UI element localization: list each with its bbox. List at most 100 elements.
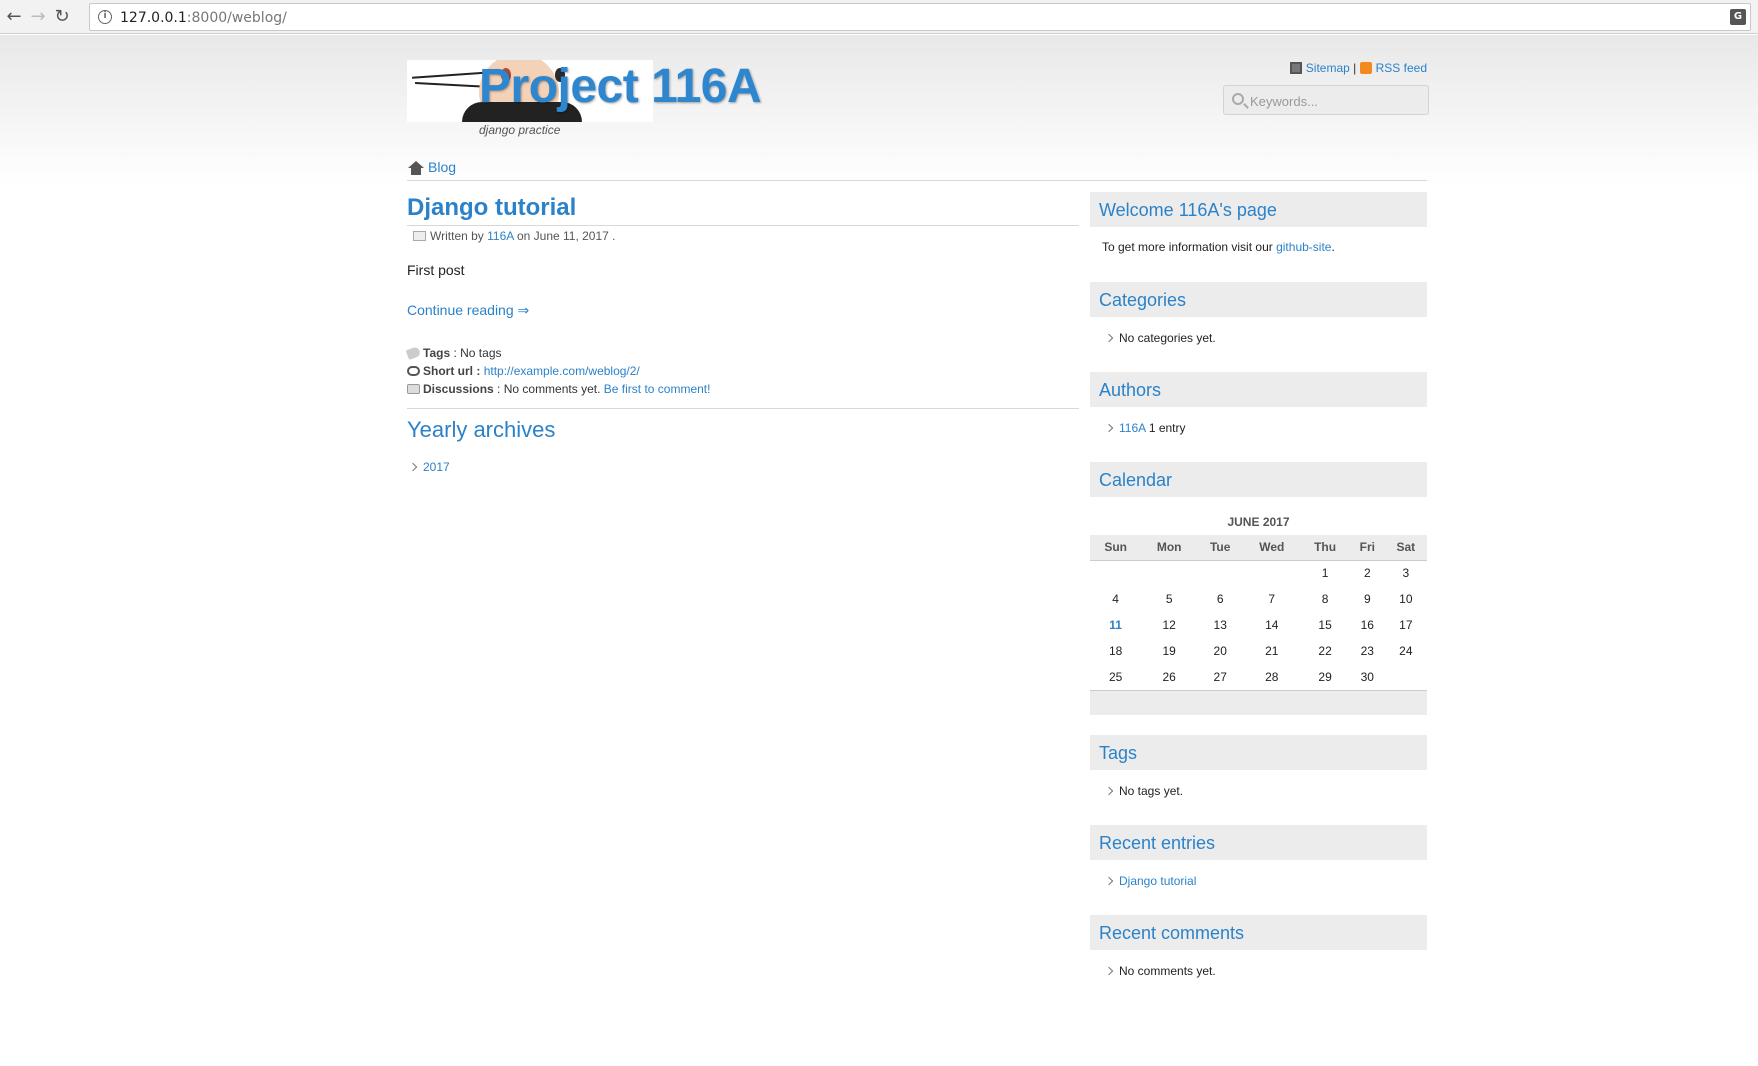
post-title-link[interactable]: Django tutorial: [407, 194, 576, 221]
recent-entry-link[interactable]: Django tutorial: [1119, 874, 1196, 888]
breadcrumb-blog-link[interactable]: Blog: [428, 159, 456, 175]
calendar-day-header: Fri: [1349, 535, 1385, 561]
calendar-day: 27: [1213, 669, 1227, 684]
post-short-url-row: Short url : http://example.com/weblog/2/: [407, 362, 1079, 380]
calendar-widget-title: Calendar: [1090, 462, 1427, 497]
translate-icon[interactable]: G: [1730, 9, 1746, 25]
list-item: 116A 1 entry: [1102, 420, 1415, 436]
calendar-day: 17: [1399, 618, 1413, 632]
recent-comments-list: No comments yet.: [1090, 950, 1427, 1005]
recent-comments-widget-title: Recent comments: [1090, 915, 1427, 950]
search-box[interactable]: [1223, 85, 1429, 115]
list-item: No categories yet.: [1102, 330, 1415, 346]
calendar-week-row: 11 12 13 14 15 16 17: [1090, 612, 1427, 638]
post-meta: Tags : No tags Short url : http://exampl…: [405, 344, 1079, 398]
calendar-day: 8: [1321, 592, 1329, 606]
archive-list: 2017: [407, 460, 1079, 474]
calendar-day: 19: [1162, 644, 1176, 658]
calendar-day: 4: [1112, 592, 1119, 606]
calendar-day: 18: [1108, 644, 1123, 658]
top-links: Sitemap | RSS feed: [1289, 61, 1427, 75]
post-date: on June 11, 2017 .: [516, 229, 616, 243]
address-bar[interactable]: i 127.0.0.1:8000/weblog/ G: [89, 3, 1751, 31]
calendar-empty-cell: [1141, 560, 1197, 586]
chevron-right-icon: [408, 462, 418, 472]
comment-icon: [407, 384, 420, 394]
post-byline: Written by 116A on June 11, 2017 .: [407, 228, 1079, 244]
calendar-day: 9: [1363, 592, 1371, 606]
chevron-right-icon: [1104, 333, 1114, 343]
post-title[interactable]: Django tutorial: [407, 193, 1079, 226]
calendar-day: 23: [1360, 644, 1374, 658]
reload-icon[interactable]: ↻: [52, 7, 72, 27]
back-icon[interactable]: ←: [4, 7, 24, 27]
sitemap-icon: [1289, 62, 1302, 74]
recent-entries-list: Django tutorial: [1090, 860, 1427, 915]
post-author-link[interactable]: 116A: [487, 229, 513, 243]
site-title[interactable]: Project 116A: [479, 59, 762, 114]
welcome-widget-title: Welcome 116A's page: [1090, 192, 1427, 227]
tags-widget-title: Tags: [1090, 735, 1427, 770]
calendar-day: 3: [1402, 566, 1410, 581]
authors-widget-title: Authors: [1090, 372, 1427, 407]
calendar-week-row: 4 5 6 7 8 9 10: [1090, 586, 1427, 612]
post-tags-row: Tags : No tags: [405, 344, 1079, 362]
forward-icon[interactable]: →: [28, 7, 48, 27]
recent-entries-widget-title: Recent entries: [1090, 825, 1427, 860]
main-column: Django tutorial Written by 116A on June …: [405, 193, 1079, 474]
calendar-day: 29: [1318, 669, 1332, 684]
calendar-day: 6: [1216, 592, 1224, 606]
post-discussions-row: Discussions : No comments yet. Be first …: [407, 380, 1079, 398]
github-site-link[interactable]: github-site: [1276, 240, 1331, 254]
calendar-day-header: Wed: [1243, 535, 1301, 561]
link-icon: [407, 366, 420, 376]
calendar-day[interactable]: 11: [1090, 612, 1141, 638]
rss-feed-link[interactable]: RSS feed: [1376, 61, 1427, 75]
calendar-day: 15: [1318, 618, 1332, 632]
chevron-right-icon: [1104, 423, 1114, 433]
calendar-day-header: Thu: [1300, 535, 1350, 561]
browser-toolbar: ← → ↻ i 127.0.0.1:8000/weblog/ G: [0, 0, 1758, 34]
list-item: No comments yet.: [1102, 963, 1415, 979]
calendar-day-header: Tue: [1197, 535, 1244, 561]
calendar-day: 22: [1318, 644, 1332, 658]
calendar-day: 13: [1213, 618, 1227, 632]
calendar-day: 26: [1162, 669, 1176, 684]
calendar-day-header: Sat: [1384, 535, 1427, 561]
welcome-widget-body: To get more information visit our github…: [1102, 240, 1335, 254]
calendar-week-row: 18 19 20 21 22 23 24: [1090, 638, 1427, 664]
categories-widget-title: Categories: [1090, 282, 1427, 317]
calendar-day: 30: [1360, 669, 1374, 684]
sidebar: Welcome 116A's page To get more informat…: [1090, 192, 1427, 1005]
sitemap-link[interactable]: Sitemap: [1306, 61, 1350, 75]
calendar-week-row: 25 26 27 28 29 30: [1090, 664, 1427, 690]
continue-reading-link[interactable]: Continue reading ⇒: [407, 302, 529, 319]
list-item: No tags yet.: [1102, 783, 1415, 799]
page: Project 116A django practice Sitemap | R…: [0, 35, 1758, 1066]
author-link[interactable]: 116A: [1119, 421, 1145, 435]
calendar-icon: [413, 231, 426, 241]
home-icon[interactable]: [408, 161, 424, 175]
calendar-day: 24: [1399, 644, 1413, 658]
calendar-body: 1 2 3 4 5 6 7 8 9 10 11 12 13 14 15 16 17 18 19 20 21 22 23 24 2…: [1090, 560, 1427, 690]
url-text[interactable]: 127.0.0.1:8000/weblog/: [120, 10, 287, 26]
tags-list: No tags yet.: [1090, 770, 1427, 825]
calendar-day-header: Sun: [1090, 535, 1142, 561]
calendar-day: 12: [1162, 618, 1176, 632]
archive-year-link[interactable]: 2017: [423, 460, 450, 474]
chevron-right-icon: [1104, 876, 1114, 886]
short-url-link[interactable]: http://example.com/weblog/2/: [484, 364, 640, 378]
authors-list: 116A 1 entry: [1090, 407, 1427, 462]
calendar-footer: [1090, 689, 1427, 715]
search-icon: [1232, 93, 1244, 105]
search-input[interactable]: [1250, 92, 1420, 110]
post-excerpt: First post: [407, 262, 465, 278]
divider: [407, 408, 1079, 409]
first-comment-link[interactable]: Be first to comment!: [604, 382, 711, 396]
info-icon[interactable]: i: [98, 10, 112, 24]
link-separator: |: [1353, 61, 1357, 75]
categories-list: No categories yet.: [1090, 317, 1427, 372]
calendar-day: 5: [1165, 592, 1173, 606]
calendar-empty-cell: [1197, 560, 1243, 586]
calendar-day: 28: [1265, 669, 1279, 684]
